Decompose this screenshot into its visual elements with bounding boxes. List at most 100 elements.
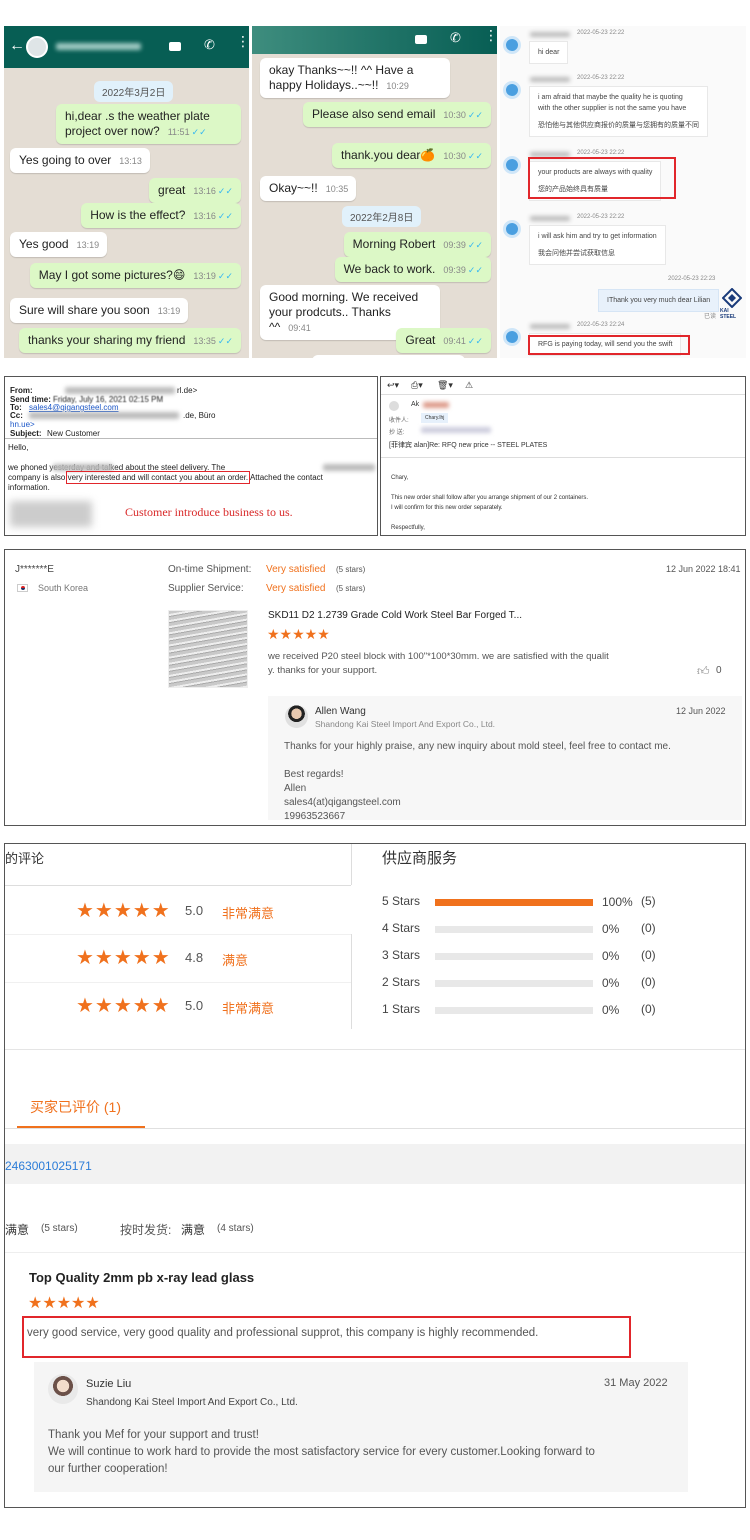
- message-time: 2022-05-23 22:22: [577, 214, 625, 220]
- product-title[interactable]: SKD11 D2 1.2739 Grade Cold Work Steel Ba…: [268, 610, 522, 621]
- order-number[interactable]: 2463001025171: [5, 1159, 92, 1173]
- message-time: 09:39: [443, 240, 466, 250]
- outgoing-message[interactable]: hi,dear .s the weather plate project ove…: [56, 104, 241, 144]
- read-receipt-icon: ✓✓: [467, 151, 483, 161]
- body-line-2: I will confirm for this new order separa…: [391, 505, 503, 511]
- avatar[interactable]: [503, 36, 521, 54]
- kai-steel-logo: [721, 287, 743, 309]
- email-rfq: ↩▾ ⎙▾ 🗑▾ ⚠ Ak 收件人: Chary.lhj 抄 送: [菲律宾 a…: [380, 376, 746, 536]
- tab-bar-divider: [5, 1128, 745, 1129]
- from-label: From:: [10, 386, 33, 395]
- product-title[interactable]: Top Quality 2mm pb x-ray lead glass: [29, 1270, 254, 1285]
- sat2-value: 满意: [181, 1223, 206, 1237]
- back-arrow-icon[interactable]: ←: [9, 37, 25, 55]
- tab-buyer-reviews[interactable]: 买家已评价 (1): [30, 1097, 121, 1117]
- chat-header: ✆ ⋮: [252, 26, 497, 54]
- incoming-message[interactable]: Thanx for your comments: [312, 355, 466, 358]
- star-level-label: 1 Stars: [382, 1002, 421, 1016]
- move-icon[interactable]: ⎙▾: [411, 380, 423, 391]
- avatar[interactable]: [26, 36, 48, 58]
- sat2-label: 按时发货:: [120, 1223, 172, 1237]
- outgoing-message[interactable]: May I got some pictures?😄 13:19 ✓✓: [29, 263, 241, 288]
- redacted: [53, 464, 113, 471]
- whatsapp-chat-2: ✆ ⋮ 2022年2月8日 okay Thanks~~!! ^^ Have a …: [252, 26, 497, 358]
- redacted: [29, 412, 179, 419]
- read-receipt-icon: ✓✓: [467, 240, 483, 250]
- redacted: [530, 216, 570, 221]
- outgoing-message[interactable]: We back to work. 09:39 ✓✓: [334, 257, 491, 282]
- outgoing-message[interactable]: thank.you dear🍊 10:30 ✓✓: [332, 143, 491, 168]
- reply-avatar: [285, 705, 308, 728]
- review-date: 12 Jun 2022 18:41: [666, 564, 741, 574]
- avatar[interactable]: [503, 328, 521, 346]
- warning-icon[interactable]: ⚠: [465, 380, 473, 391]
- date-chip: 2022年3月2日: [94, 81, 174, 102]
- message-time: 13:19: [76, 240, 100, 250]
- avatar[interactable]: [503, 81, 521, 99]
- comment-line-2: y. thanks for your support.: [268, 665, 378, 676]
- video-call-icon[interactable]: [169, 42, 181, 51]
- incoming-message[interactable]: hi dear: [529, 41, 569, 64]
- delete-icon[interactable]: 🗑▾: [437, 380, 453, 391]
- incoming-message[interactable]: i am afraid that maybe the quality he is…: [529, 86, 708, 137]
- outgoing-message[interactable]: Great 09:41 ✓✓: [396, 328, 491, 353]
- redacted: [65, 387, 175, 394]
- outgoing-message[interactable]: How is the effect? 13:16 ✓✓: [81, 203, 241, 228]
- divider: [351, 844, 352, 885]
- star-level-count: (0): [641, 1002, 656, 1016]
- left-title: 的评论: [5, 851, 45, 866]
- incoming-message[interactable]: Yes good 13:19: [10, 232, 108, 257]
- message-time: 2022-05-23 22:24: [577, 322, 625, 328]
- video-call-icon[interactable]: [415, 35, 427, 44]
- incoming-message[interactable]: i will ask him and try to get informatio…: [529, 225, 666, 265]
- incoming-message[interactable]: Sure will share you soon 13:19: [10, 298, 189, 323]
- service-value: Very satisfied: [266, 583, 326, 594]
- incoming-message[interactable]: Yes going to over 13:13: [10, 148, 150, 173]
- reply-line-1: Thank you Mef for your support and trust…: [48, 1429, 259, 1441]
- body-line-2: company is also very interested and will…: [8, 471, 323, 484]
- greeting: Hello,: [8, 443, 29, 452]
- reply-line-2: We will continue to work hard to provide…: [48, 1446, 595, 1458]
- outgoing-message[interactable]: thanks your sharing my friend 13:35 ✓✓: [18, 328, 241, 353]
- message-text: great: [158, 183, 186, 197]
- rating-stars: ★★★★★: [28, 1296, 100, 1312]
- message-line: i am afraid that maybe the quality he is…: [538, 94, 683, 101]
- buyer-country: South Korea: [38, 583, 89, 593]
- contact-name[interactable]: [56, 43, 141, 50]
- comment-line-1: we received P20 steel block with 100"*10…: [268, 651, 609, 662]
- incoming-message[interactable]: okay Thanks~~!! ^^ Have a happy Holidays…: [260, 58, 450, 98]
- incoming-message[interactable]: Okay~~!! 10:35: [260, 176, 357, 201]
- email-new-customer: From: rl.de> Send time: Friday, July 16,…: [4, 376, 378, 536]
- message-time: 13:16: [193, 211, 216, 221]
- phone-icon[interactable]: ✆: [204, 37, 215, 53]
- message-text: Yes going to over: [19, 153, 112, 167]
- divider: [5, 982, 351, 983]
- reply-company: Shandong Kai Steel Import And Export Co.…: [86, 1397, 298, 1408]
- outgoing-message[interactable]: Please also send email 10:30 ✓✓: [302, 102, 491, 127]
- phone-icon[interactable]: ✆: [450, 30, 461, 46]
- product-image[interactable]: [168, 610, 248, 688]
- to-value[interactable]: sales4@qigangsteel.com: [29, 403, 119, 412]
- outgoing-message[interactable]: great 13:16 ✓✓: [149, 178, 241, 203]
- to-chip[interactable]: Chary.lhj: [421, 413, 449, 423]
- star-level-bar: [435, 980, 593, 987]
- caption: Customer introduce business to us.: [125, 505, 293, 519]
- cc-label: Cc:: [10, 411, 23, 420]
- message-text: We back to work.: [343, 262, 436, 276]
- message-time: 13:16: [193, 186, 216, 196]
- message-time: 09:41: [443, 336, 466, 346]
- reply-icon[interactable]: ↩▾: [387, 380, 399, 391]
- outgoing-message[interactable]: Morning Robert 09:39 ✓✓: [343, 232, 491, 257]
- more-menu-icon[interactable]: ⋮: [484, 28, 497, 42]
- read-receipt-icon: ✓✓: [467, 265, 483, 275]
- more-menu-icon[interactable]: ⋮: [236, 34, 249, 48]
- supplier-reply: Allen Wang Shandong Kai Steel Import And…: [268, 696, 742, 822]
- message-time: 10:29: [386, 81, 409, 91]
- avatar[interactable]: [503, 220, 521, 238]
- avatar[interactable]: [503, 156, 521, 174]
- reply-avatar: [48, 1374, 78, 1404]
- reply-line-3: Allen: [284, 783, 307, 794]
- redacted: [421, 427, 491, 433]
- thumbs-up-icon[interactable]: 👍︎: [697, 664, 710, 679]
- from-value: rl.de>: [177, 386, 198, 395]
